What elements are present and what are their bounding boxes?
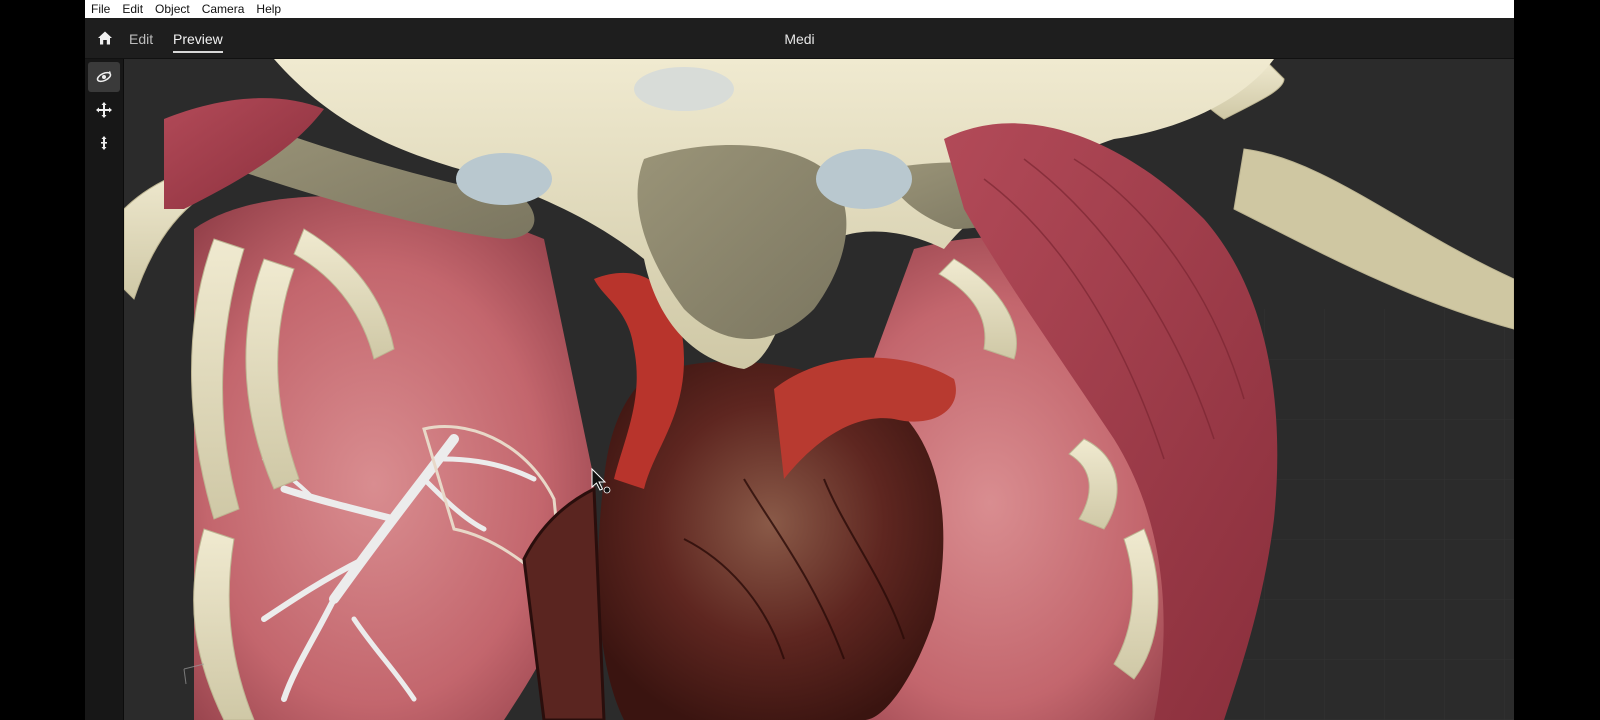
- active-tab-indicator: [173, 51, 223, 53]
- menu-edit[interactable]: Edit: [116, 0, 149, 18]
- orbit-tool-button[interactable]: [88, 62, 120, 92]
- 3d-viewport[interactable]: [124, 59, 1514, 720]
- orbit-icon: [96, 71, 112, 83]
- anatomy-scene: [124, 59, 1514, 720]
- top-toolbar: Edit Preview Medi: [85, 18, 1514, 59]
- menu-help[interactable]: Help: [250, 0, 287, 18]
- document-title: Medi: [784, 31, 815, 47]
- zoom-tool-button[interactable]: [88, 128, 120, 158]
- navigation-tools: [85, 59, 124, 720]
- pan-move-icon: [96, 102, 112, 118]
- menu-file[interactable]: File: [85, 0, 116, 18]
- app-window: File Edit Object Camera Help Edit Previe…: [85, 0, 1514, 720]
- zoom-dolly-icon: [101, 136, 107, 150]
- menu-bar: File Edit Object Camera Help: [85, 0, 1514, 18]
- menu-camera[interactable]: Camera: [196, 0, 251, 18]
- pan-tool-button[interactable]: [88, 95, 120, 125]
- menu-object[interactable]: Object: [149, 0, 196, 18]
